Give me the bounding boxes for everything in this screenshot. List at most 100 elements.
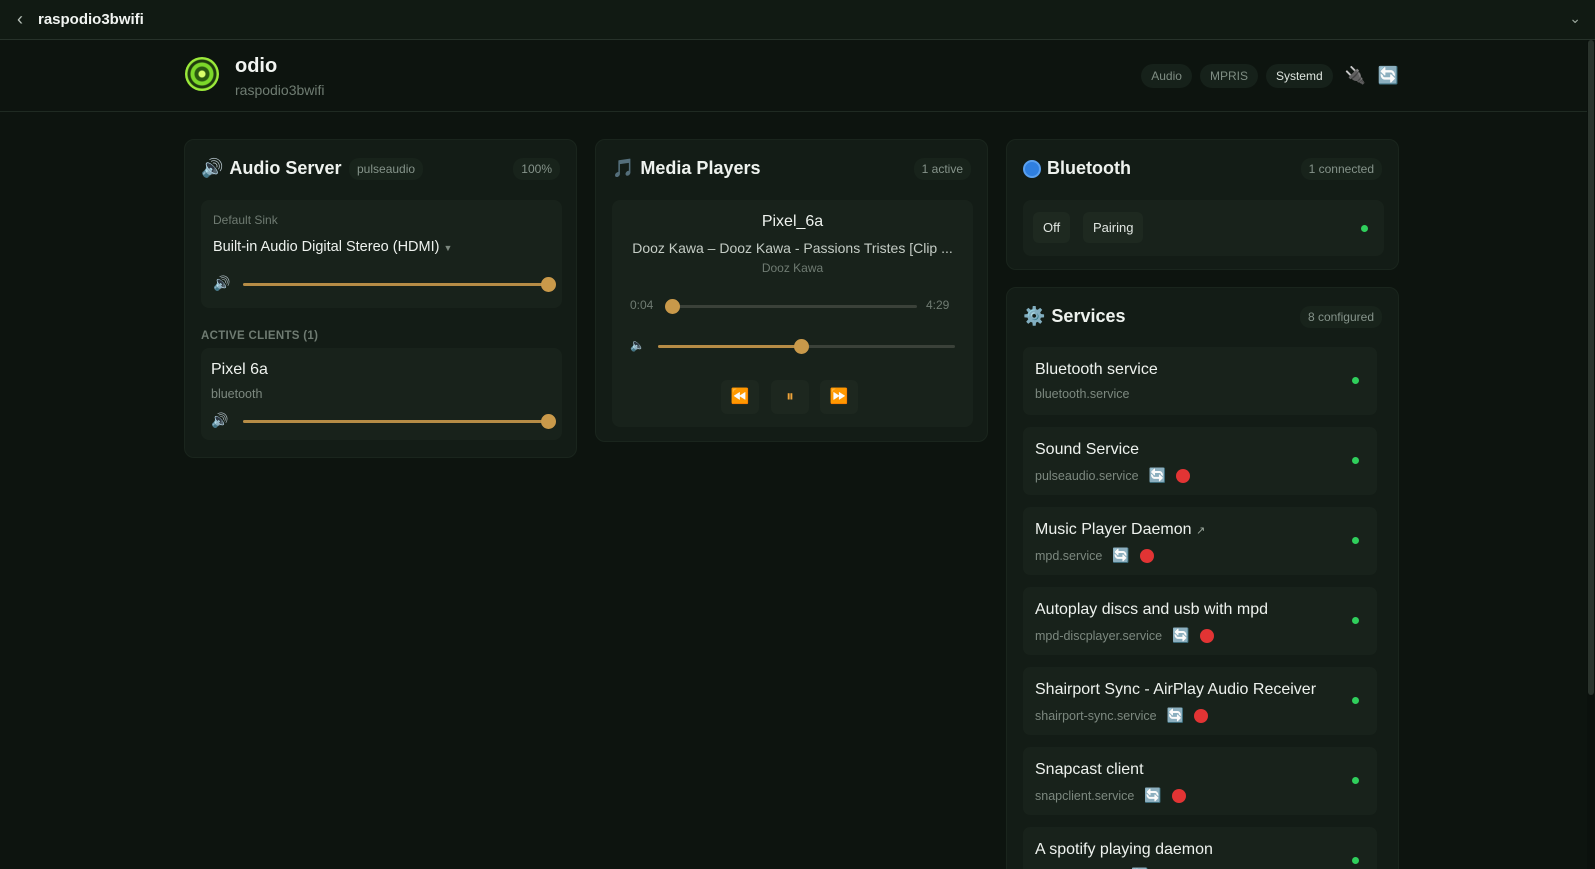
plug-icon[interactable]: 🔌 [1345,66,1366,86]
pill-audio[interactable]: Audio [1141,64,1192,88]
client-volume-slider[interactable] [243,414,556,429]
player-volume-icon: 🔈 [630,338,645,352]
sink-name: Built-in Audio Digital Stereo (HDMI) [213,239,440,255]
pill-mpris[interactable]: MPRIS [1199,64,1258,88]
service-status-dot [1352,857,1359,864]
seek-knob[interactable] [665,299,680,314]
service-row: Autoplay discs and usb with mpd mpd-discp… [1023,587,1377,655]
services-status-badge: 8 configured [1299,306,1382,328]
service-name: Music Player Daemon ↗ [1035,521,1206,538]
services-title: ⚙️ Services [1023,306,1126,327]
back-chevron-icon[interactable]: ‹ [2,9,38,30]
client-volume-icon: 🔊 [211,412,229,428]
audio-volume-badge: 100% [513,158,560,180]
audio-server-title-text: Audio Server [229,158,342,178]
audio-server-title: 🔊 Audio Server [201,158,341,179]
player-volume-slider[interactable] [658,339,955,354]
restart-icon[interactable]: 🔄 [1112,547,1129,564]
host-name: raspodio3bwifi [235,82,325,98]
bluetooth-title-text: Bluetooth [1047,158,1131,178]
stop-icon[interactable] [1139,548,1154,563]
service-unit-row: mpd.service 🔄 [1035,547,1154,564]
service-status-dot [1352,377,1359,384]
elapsed-time: 0:04 [630,298,654,312]
bluetooth-status-dot [1361,225,1368,232]
media-players-card: 🎵 Media Players 1 active Pixel_6a Dooz K… [595,139,988,442]
stop-icon[interactable] [1199,628,1214,643]
bluetooth-off-button[interactable]: Off [1033,212,1071,243]
service-name: Autoplay discs and usb with mpd [1035,601,1269,618]
restart-icon[interactable]: 🔄 [1149,467,1166,484]
caret-down-icon: ▼ [443,243,453,253]
external-link-icon[interactable]: ↗ [1196,525,1205,537]
active-clients-label: ACTIVE CLIENTS (1) [201,330,319,342]
media-players-title: 🎵 Media Players [612,158,761,179]
odio-logo-icon [185,57,219,91]
services-card: ⚙️ Services 8 configured Bluetooth servi… [1006,287,1399,869]
bluetooth-title: Bluetooth [1023,158,1131,179]
bluetooth-pairing-button[interactable]: Pairing [1083,212,1144,243]
service-name: Shairport Sync - AirPlay Audio Receiver [1035,681,1317,698]
service-status-dot [1352,777,1359,784]
window-title: raspodio3bwifi [38,11,144,28]
client-panel: Pixel 6a bluetooth 🔊 [201,348,562,440]
service-unit-row: mpd-discplayer.service 🔄 [1035,627,1214,644]
service-unit: snapclient.service [1035,788,1135,803]
service-unit-row: bluetooth.service [1035,387,1130,401]
stop-icon[interactable] [1175,468,1190,483]
previous-button[interactable]: ⏪ [721,380,759,414]
pill-systemd[interactable]: Systemd [1265,64,1333,88]
sink-volume-knob[interactable] [541,277,556,292]
service-unit: bluetooth.service [1035,387,1130,401]
service-row: Sound Service pulseaudio.service 🔄 [1023,427,1377,495]
default-sink-panel: Default Sink Built-in Audio Digital Ster… [201,200,562,308]
sink-select[interactable]: Built-in Audio Digital Stereo (HDMI) ▼ [213,239,452,255]
next-button[interactable]: ⏩ [820,380,858,414]
gear-icon: ⚙️ [1023,306,1046,326]
player-volume-fill [658,345,801,348]
service-unit-row: pulseaudio.service 🔄 [1035,467,1190,484]
services-title-text: Services [1051,306,1126,326]
service-unit: mpd-discplayer.service [1035,628,1163,643]
window-titlebar: ‹ raspodio3bwifi ⌄ [0,0,1595,40]
player-name: Pixel_6a [761,213,824,230]
stop-icon[interactable] [1194,708,1209,723]
service-name: Sound Service [1035,441,1140,458]
client-name: Pixel 6a [211,361,268,378]
service-row: Shairport Sync - AirPlay Audio Receiver s… [1023,667,1377,735]
seek-slider[interactable] [665,299,917,314]
service-row: Bluetooth service bluetooth.service [1023,347,1377,415]
sink-volume-icon: 🔊 [213,275,231,291]
stop-icon[interactable] [1171,788,1186,803]
restart-icon[interactable]: 🔄 [1144,787,1161,804]
media-players-title-text: Media Players [640,158,761,178]
bluetooth-panel: Off Pairing [1023,200,1384,256]
refresh-icon[interactable]: 🔄 [1378,66,1399,86]
backend-pills: Audio MPRIS Systemd 🔌 🔄 [1141,64,1399,88]
sink-volume-slider[interactable] [243,277,556,292]
bluetooth-card: Bluetooth 1 connected Off Pairing [1006,139,1399,270]
chevron-down-icon[interactable]: ⌄ [1569,10,1581,27]
speaker-icon: 🔊 [201,158,224,178]
player-volume-knob[interactable] [793,339,809,354]
client-volume-knob[interactable] [541,414,556,429]
duration-time: 4:29 [926,298,950,312]
scrollbar-thumb[interactable] [1588,40,1594,695]
page-scrollbar[interactable] [1587,40,1595,869]
restart-icon[interactable]: 🔄 [1167,707,1184,724]
service-unit-row: shairport-sync.service 🔄 [1035,707,1209,724]
sink-volume-fill [243,283,548,286]
app-header: odio raspodio3bwifi Audio MPRIS Systemd … [0,40,1595,112]
track-title: Dooz Kawa – Dooz Kawa - Passions Tristes… [632,240,953,256]
music-note-icon: 🎵 [612,158,635,178]
service-row: Music Player Daemon ↗ mpd.service 🔄 [1023,507,1377,575]
client-volume-fill [243,420,548,423]
service-unit-row: snapclient.service 🔄 [1035,787,1186,804]
service-status-dot [1352,537,1359,544]
audio-backend-badge: pulseaudio [349,158,424,180]
pause-button[interactable]: ⏸ [771,380,809,414]
service-name: Bluetooth service [1035,361,1158,378]
restart-icon[interactable]: 🔄 [1172,627,1189,644]
service-unit: mpd.service [1035,548,1103,563]
service-row: A spotify playing daemonspotifyd.service… [1023,827,1377,869]
